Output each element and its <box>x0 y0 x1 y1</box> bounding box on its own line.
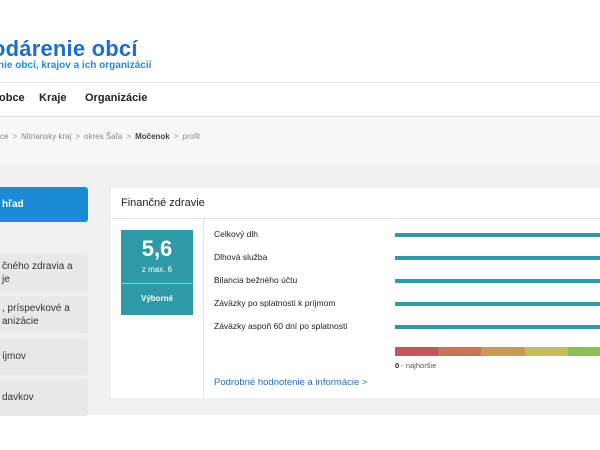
metric-bar-celkovy-dlh <box>395 233 600 237</box>
breadcrumb: ce > Nitriansky kraj > okres Šaľa > Močenok > pr… <box>0 132 200 141</box>
metric-bilancia: Bilancia bežného účtu <box>214 275 298 285</box>
sidebar-item-prehlad[interactable]: hľad <box>0 187 88 222</box>
sidebar-item-label: čného zdravia a je <box>2 260 73 285</box>
breadcrumb-bar: ce > Nitriansky kraj > okres Šaľa > Močenok > pr… <box>0 117 600 165</box>
metric-zavazky-60: Záväzky aspoň 60 dní po splatnosti <box>214 321 348 331</box>
scale-segment-5 <box>567 347 600 356</box>
breadcrumb-separator: > <box>126 132 132 141</box>
scale-segment-1 <box>395 347 439 356</box>
sidebar-item-label: davkov <box>2 392 34 403</box>
score-box: 5,6 z max. 6 Výborné <box>121 230 193 315</box>
breadcrumb-separator: > <box>75 132 81 141</box>
scale-segment-3 <box>481 347 525 356</box>
sidebar-item-prijmy[interactable]: íjmov <box>0 338 88 375</box>
nav-item-kraje[interactable]: Kraje <box>39 92 67 104</box>
card-vertical-divider <box>203 219 204 398</box>
sidebar-item-financne-zdravie[interactable]: čného zdravia a je <box>0 254 88 291</box>
score-value: 5,6 <box>141 236 173 261</box>
financial-health-card: Finančné zdravie 5,6 z max. 6 Výborné Ce… <box>111 188 600 398</box>
nav-item-obce[interactable]: obce <box>0 92 25 104</box>
site-header: odárenie obcí nie obcí, krajov a ich org… <box>0 0 600 82</box>
site-title[interactable]: odárenie obcí <box>0 36 138 62</box>
main-nav: obce Kraje Organizácie <box>0 83 600 115</box>
sidebar-item-label: hľad <box>2 199 24 210</box>
breadcrumb-item-region[interactable]: Nitriansky kraj <box>21 132 71 141</box>
breadcrumb-item-home[interactable]: ce <box>0 132 8 141</box>
card-title: Finančné zdravie <box>121 197 205 209</box>
sidebar-item-vydavky[interactable]: davkov <box>0 379 88 416</box>
breadcrumb-item-profile: profil <box>182 132 200 141</box>
score-label: Výborné <box>140 294 173 303</box>
metric-celkovy-dlh: Celkový dlh <box>214 229 258 239</box>
site-subtitle: nie obcí, krajov a ich organizácií <box>0 60 152 71</box>
metric-bar-zavazky-prijmy <box>395 302 600 306</box>
scale-caption-text: - najhoršie <box>399 361 437 370</box>
sidebar-item-label: , príspevkové a anizácie <box>2 302 70 327</box>
sidebar-item-organizacie[interactable]: , príspevkové a anizácie <box>0 296 88 333</box>
score-divider <box>121 283 193 284</box>
sidebar-item-label: íjmov <box>2 351 26 362</box>
score-max: z max. 6 <box>141 265 173 274</box>
scale-caption: 0 - najhoršie <box>395 361 436 370</box>
breadcrumb-item-district[interactable]: okres Šaľa <box>84 132 122 141</box>
metric-zavazky-prijmy: Záväzky po splatnosti k príjmom <box>214 298 336 308</box>
metric-bar-dlhova-sluzba <box>395 256 600 260</box>
scale-segment-4 <box>524 347 568 356</box>
metric-dlhova-sluzba: Dlhová služba <box>214 252 268 262</box>
detail-link[interactable]: Podrobné hodnotenie a informácie > <box>214 377 367 388</box>
score-scale <box>395 347 600 356</box>
metric-bar-zavazky-60 <box>395 325 600 329</box>
metric-bar-bilancia <box>395 279 600 283</box>
breadcrumb-item-municipality[interactable]: Močenok <box>135 132 170 141</box>
scale-segment-2 <box>438 347 482 356</box>
breadcrumb-separator: > <box>173 132 179 141</box>
nav-item-organizacie[interactable]: Organizácie <box>85 92 147 104</box>
card-divider <box>111 218 600 219</box>
breadcrumb-separator: > <box>12 132 18 141</box>
